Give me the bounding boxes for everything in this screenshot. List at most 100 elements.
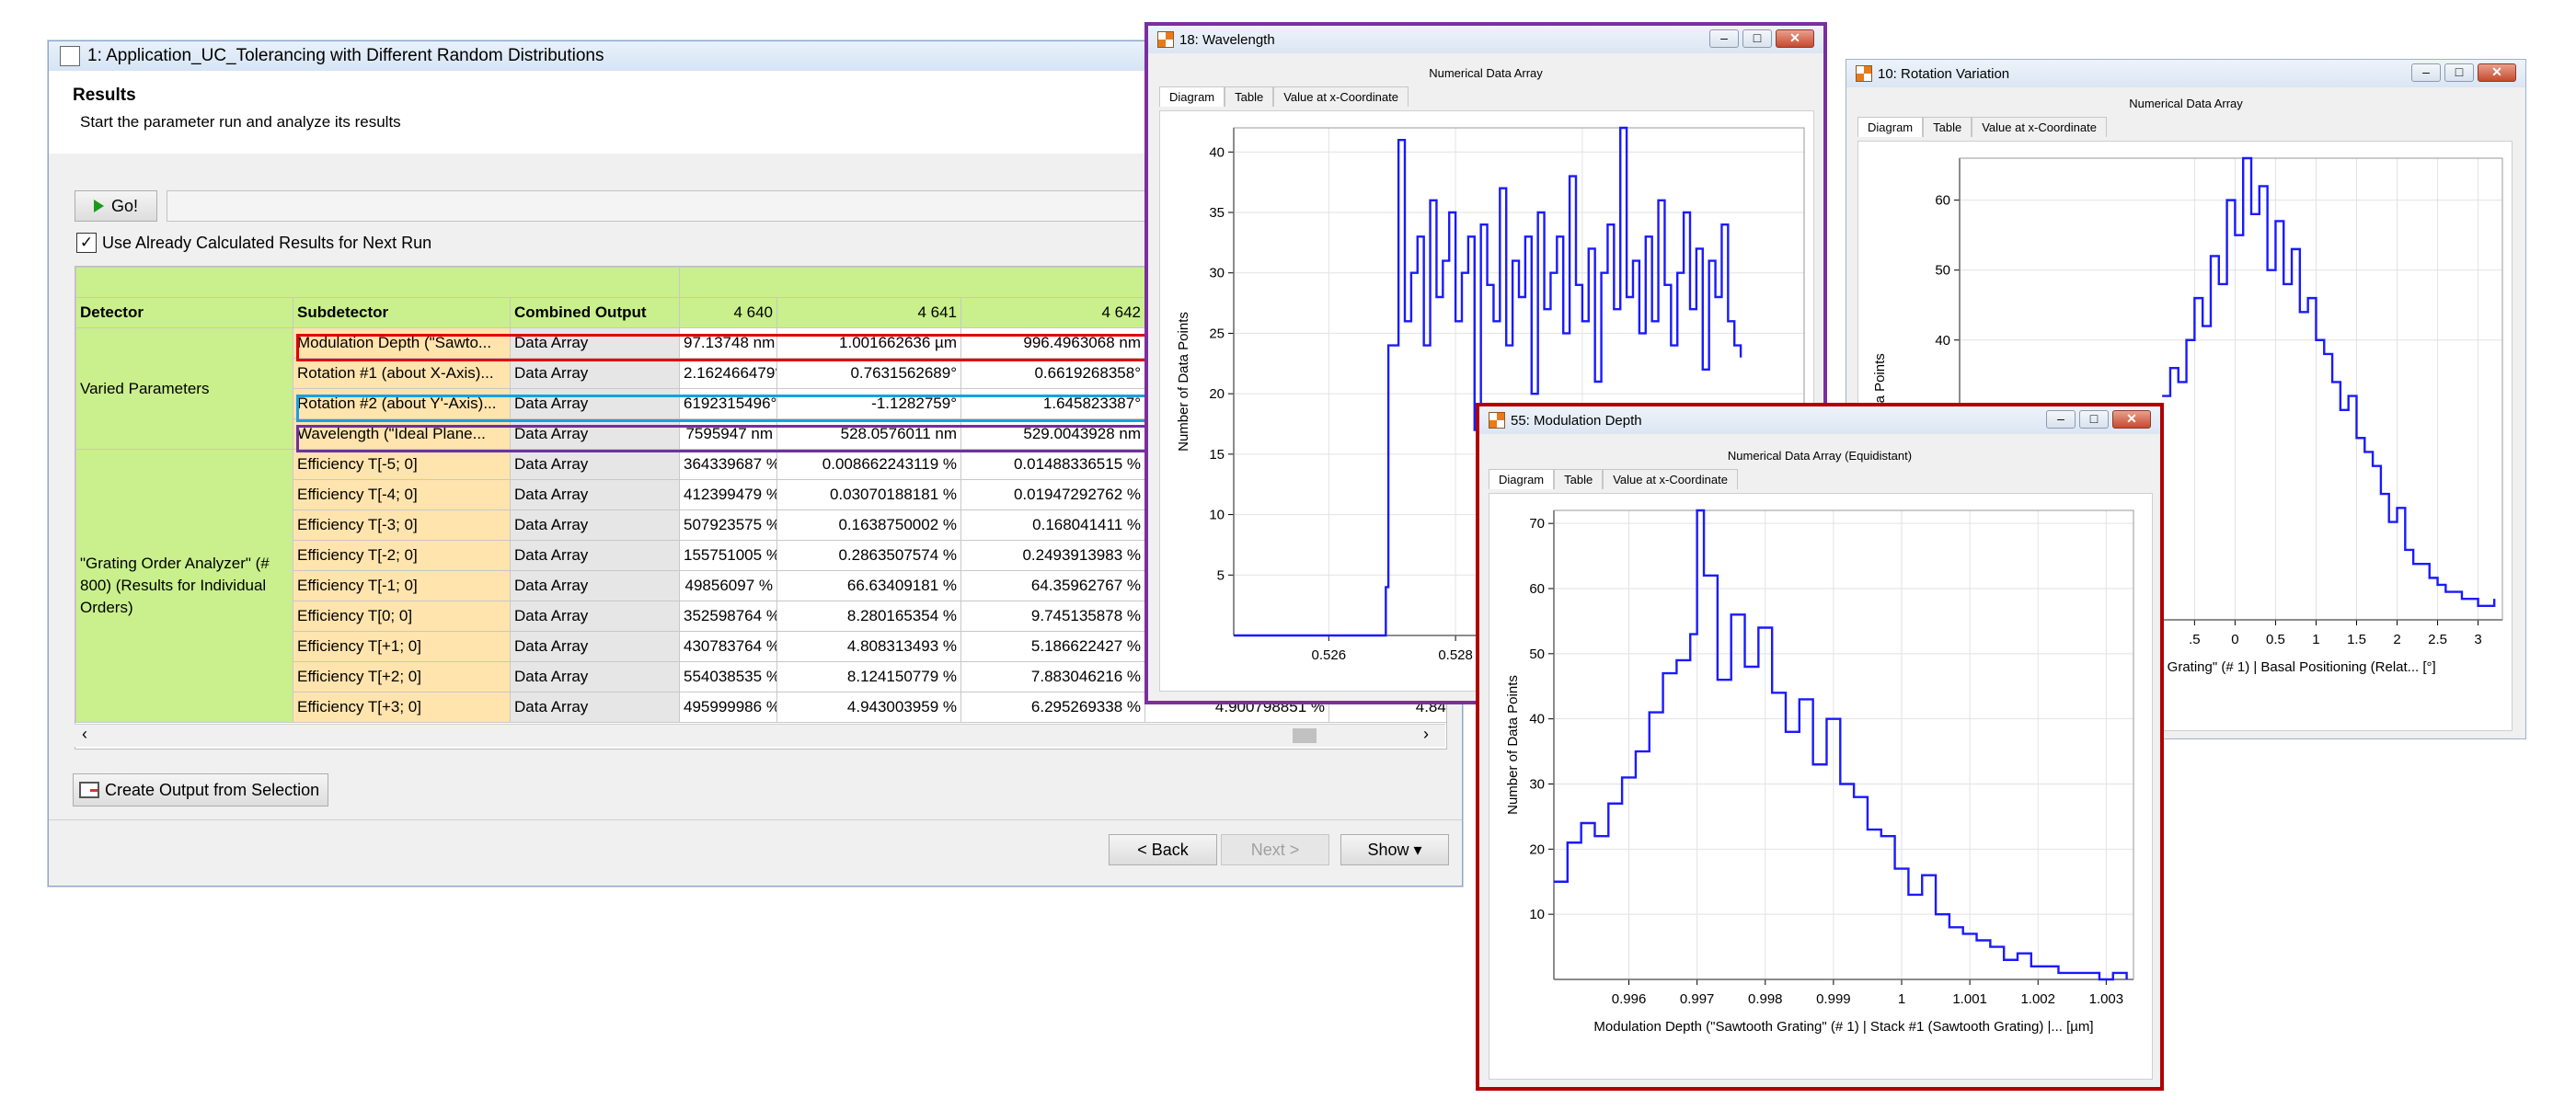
subdetector-cell[interactable]: Efficiency T[+2; 0] (293, 661, 511, 692)
subdetector-cell[interactable]: Efficiency T[-4; 0] (293, 479, 511, 510)
combined-output-cell[interactable]: Data Array (510, 358, 680, 389)
y-tick-label: 40 (1935, 333, 1950, 349)
value-cell-4640[interactable]: 155751005 % (679, 540, 777, 571)
combined-output-cell[interactable]: Data Array (510, 540, 680, 571)
value-cell-4640[interactable]: 495999986 % (679, 692, 777, 723)
subdetector-cell[interactable]: Efficiency T[+3; 0] (293, 692, 511, 723)
value-cell-4640[interactable]: 364339687 % (679, 449, 777, 480)
col-step-4640[interactable]: 4 640 (679, 297, 777, 328)
combined-output-cell[interactable]: Data Array (510, 570, 680, 601)
group-varied-parameters[interactable]: Varied Parameters (75, 327, 293, 450)
create-output-button[interactable]: Create Output from Selection (73, 773, 328, 807)
value-cell-4642[interactable]: 64.35962767 % (960, 570, 1145, 601)
value-cell-4642[interactable]: 0.2493913983 % (960, 540, 1145, 571)
section-description: Start the parameter run and analyze its … (80, 113, 401, 131)
minimize-icon[interactable]: – (1709, 29, 1739, 48)
value-cell-4640[interactable]: 2.162466479° (679, 358, 777, 389)
x-tick-label: 0.997 (1680, 991, 1715, 1007)
col-step-4642[interactable]: 4 642 (960, 297, 1145, 328)
value-cell-4641[interactable]: 66.63409181 % (776, 570, 961, 601)
y-tick-label: 40 (1529, 712, 1545, 727)
tab-value-at-x[interactable]: Value at x-Coordinate (1603, 469, 1738, 489)
maximize-icon[interactable]: □ (1742, 29, 1772, 48)
subdetector-cell[interactable]: Efficiency T[0; 0] (293, 601, 511, 632)
tab-diagram[interactable]: Diagram (1159, 86, 1225, 107)
value-cell-4642[interactable]: 6.295269338 % (960, 692, 1145, 723)
scroll-thumb[interactable] (1293, 728, 1317, 743)
value-cell-4640[interactable]: 507923575 % (679, 509, 777, 541)
scroll-right-icon[interactable]: › (1423, 725, 1429, 744)
value-cell-4642[interactable]: 0.01488336515 % (960, 449, 1145, 480)
tab-table[interactable]: Table (1554, 469, 1604, 489)
minimize-icon[interactable]: – (2046, 410, 2076, 429)
value-cell-4641[interactable]: 8.280165354 % (776, 601, 961, 632)
value-cell-4641[interactable]: 8.124150779 % (776, 661, 961, 692)
scroll-left-icon[interactable]: ‹ (82, 725, 87, 744)
close-icon[interactable]: ✕ (2112, 410, 2151, 429)
value-cell-4640[interactable]: 49856097 % (679, 570, 777, 601)
reuse-results-checkbox[interactable]: ✓ (76, 233, 97, 253)
value-cell-4641[interactable]: 0.008662243119 % (776, 449, 961, 480)
maximize-icon[interactable]: □ (2444, 63, 2474, 82)
minimize-icon[interactable]: – (2411, 63, 2441, 82)
y-tick-label: 50 (1529, 647, 1545, 662)
value-cell-4641[interactable]: 0.2863507574 % (776, 540, 961, 571)
modulation-plot-area[interactable]: 0.996 0.997 0.998 0.999 1 1.001 1.002 1.003 10 20… (1489, 493, 2153, 1080)
value-cell-4642[interactable]: 0.01947292762 % (960, 479, 1145, 510)
group-grating-order-analyzer[interactable]: "Grating Order Analyzer" (# 800) (Result… (75, 449, 293, 723)
next-button[interactable]: Next > (1221, 834, 1329, 865)
x-tick-label: 0.528 (1438, 647, 1473, 663)
modulation-window: 55: Modulation Depth – □ ✕ Numerical Dat… (1476, 403, 2164, 1091)
subdetector-cell[interactable]: Efficiency T[+1; 0] (293, 631, 511, 662)
wavelength-titlebar[interactable]: 18: Wavelength – □ ✕ (1148, 26, 1823, 53)
value-cell-4640[interactable]: 352598764 % (679, 601, 777, 632)
value-cell-4640[interactable]: 430783764 % (679, 631, 777, 662)
value-cell-4640[interactable]: 412399479 % (679, 479, 777, 510)
tab-table[interactable]: Table (1225, 86, 1274, 107)
close-icon[interactable]: ✕ (2478, 63, 2516, 82)
y-tick-label: 20 (1209, 386, 1225, 402)
col-step-4641[interactable]: 4 641 (776, 297, 961, 328)
horizontal-scrollbar[interactable]: ‹ › (75, 724, 1445, 747)
combined-output-cell[interactable]: Data Array (510, 509, 680, 541)
value-cell-4641[interactable]: 4.808313493 % (776, 631, 961, 662)
value-cell-4640[interactable]: 554038535 % (679, 661, 777, 692)
value-cell-4642[interactable]: 0.168041411 % (960, 509, 1145, 541)
show-label: Show ▾ (1367, 840, 1422, 859)
combined-output-cell[interactable]: Data Array (510, 601, 680, 632)
value-cell-4642[interactable]: 9.745135878 % (960, 601, 1145, 632)
maximize-icon[interactable]: □ (2079, 410, 2109, 429)
value-cell-4642[interactable]: 7.883046216 % (960, 661, 1145, 692)
tab-table[interactable]: Table (1923, 117, 1972, 137)
col-detector[interactable]: Detector (75, 297, 293, 328)
subdetector-cell[interactable]: Rotation #1 (about X-Axis)... (293, 358, 511, 389)
subdetector-cell[interactable]: Efficiency T[-1; 0] (293, 570, 511, 601)
back-button[interactable]: < Back (1109, 834, 1217, 865)
subdetector-cell[interactable]: Efficiency T[-2; 0] (293, 540, 511, 571)
modulation-chart[interactable]: 0.996 0.997 0.998 0.999 1 1.001 1.002 1.003 10 20… (1489, 494, 2152, 1079)
combined-output-cell[interactable]: Data Array (510, 449, 680, 480)
value-cell-4642[interactable]: 0.6619268358° (960, 358, 1145, 389)
subdetector-cell[interactable]: Efficiency T[-3; 0] (293, 509, 511, 541)
combined-output-cell[interactable]: Data Array (510, 479, 680, 510)
close-icon[interactable]: ✕ (1776, 29, 1814, 48)
go-button[interactable]: Go! (75, 190, 157, 222)
value-cell-4641[interactable]: 0.03070188181 % (776, 479, 961, 510)
combined-output-cell[interactable]: Data Array (510, 692, 680, 723)
value-cell-4642[interactable]: 5.186622427 % (960, 631, 1145, 662)
value-cell-4641[interactable]: 0.7631562689° (776, 358, 961, 389)
rotation-titlebar[interactable]: 10: Rotation Variation – □ ✕ (1846, 60, 2525, 87)
value-cell-4641[interactable]: 4.943003959 % (776, 692, 961, 723)
col-subdetector[interactable]: Subdetector (293, 297, 511, 328)
modulation-titlebar[interactable]: 55: Modulation Depth – □ ✕ (1479, 406, 2160, 434)
combined-output-cell[interactable]: Data Array (510, 661, 680, 692)
col-combined-output[interactable]: Combined Output (510, 297, 680, 328)
value-cell-4641[interactable]: 0.1638750002 % (776, 509, 961, 541)
tab-value-at-x[interactable]: Value at x-Coordinate (1972, 117, 2107, 137)
combined-output-cell[interactable]: Data Array (510, 631, 680, 662)
tab-diagram[interactable]: Diagram (1489, 469, 1555, 489)
tab-diagram[interactable]: Diagram (1857, 117, 1924, 137)
show-button[interactable]: Show ▾ (1340, 834, 1449, 865)
subdetector-cell[interactable]: Efficiency T[-5; 0] (293, 449, 511, 480)
tab-value-at-x[interactable]: Value at x-Coordinate (1273, 86, 1409, 107)
